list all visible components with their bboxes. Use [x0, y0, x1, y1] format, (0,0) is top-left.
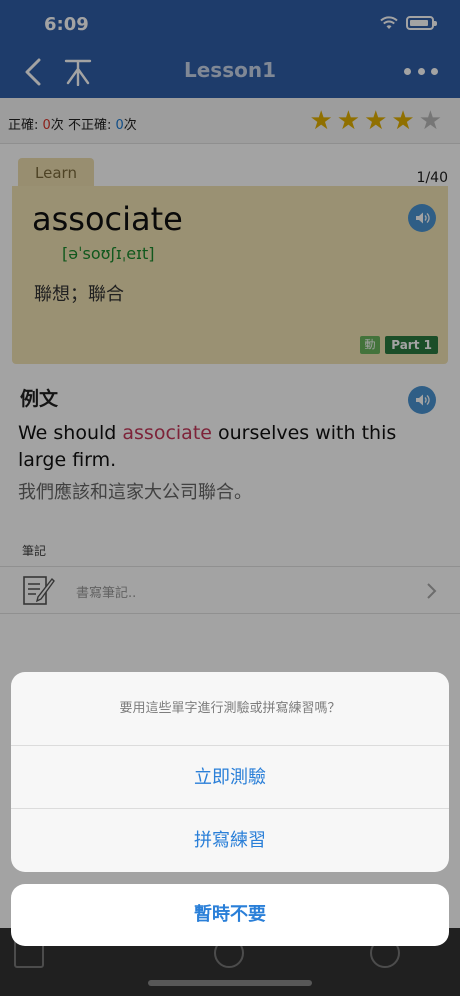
not-now-button[interactable]: 暫時不要	[11, 884, 449, 946]
action-sheet-message: 要用這些單字進行測驗或拼寫練習嗎？	[11, 672, 449, 746]
quiz-now-button[interactable]: 立即測驗	[11, 746, 449, 809]
spelling-practice-button[interactable]: 拼寫練習	[11, 809, 449, 872]
action-sheet: 要用這些單字進行測驗或拼寫練習嗎？ 立即測驗 拼寫練習	[11, 672, 449, 872]
